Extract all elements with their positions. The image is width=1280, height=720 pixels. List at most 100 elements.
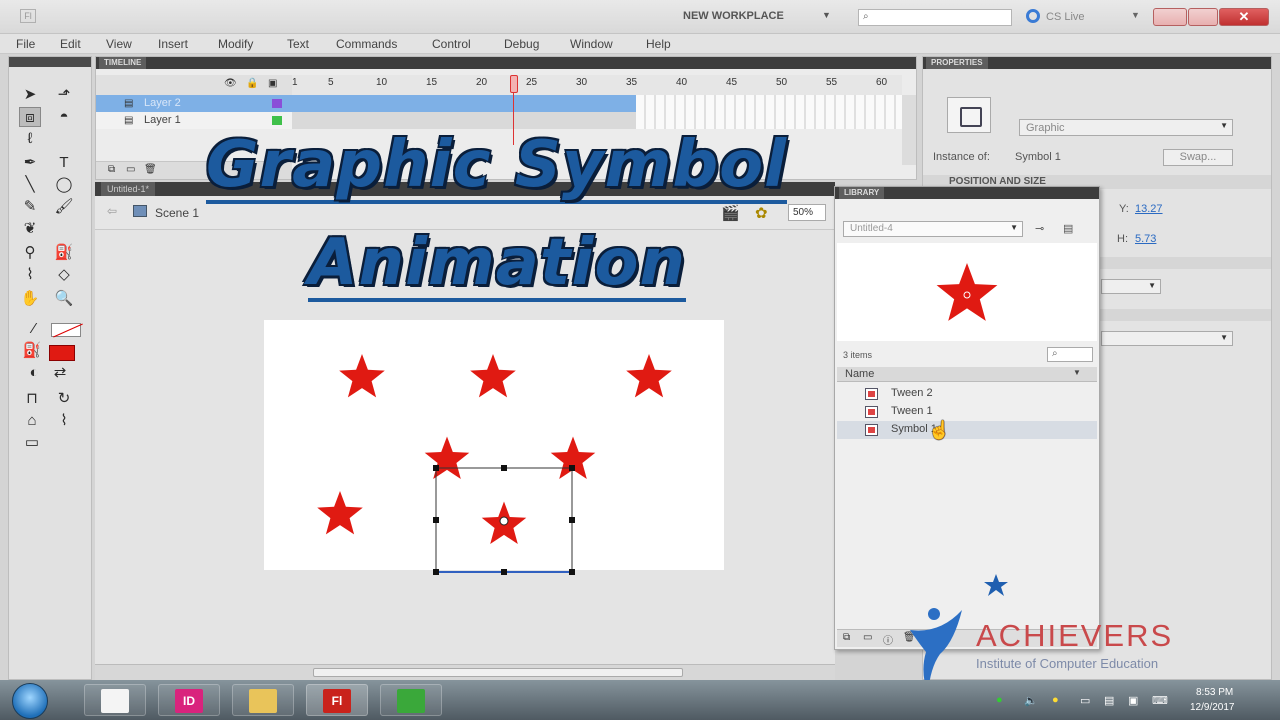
new-folder-icon[interactable]: ▭ [126, 164, 135, 175]
taskbar-app-explorer[interactable] [232, 684, 294, 716]
library-document-dropdown[interactable]: Untitled-4 ▼ [843, 221, 1023, 237]
scrollbar-thumb[interactable] [313, 668, 683, 677]
layer-row[interactable]: ▤ Layer 2 [96, 95, 292, 112]
stroke-color-swatch[interactable] [51, 323, 81, 337]
line-icon[interactable]: ╲ [19, 175, 41, 195]
fill-color-swatch[interactable] [49, 345, 75, 361]
minimize-button[interactable] [1153, 8, 1187, 26]
menu-debug[interactable]: Debug [504, 37, 539, 51]
empty-frames[interactable] [636, 95, 902, 129]
clock-date[interactable]: 12/9/2017 [1190, 702, 1235, 713]
menu-commands[interactable]: Commands [336, 37, 397, 51]
list-item-selected[interactable]: Symbol 1 [837, 421, 1097, 439]
selection-box[interactable] [430, 462, 580, 578]
menu-edit[interactable]: Edit [60, 37, 81, 51]
object-drawing-icon[interactable]: ▭ [21, 433, 43, 453]
tray-icon[interactable]: ▤ [1104, 694, 1114, 707]
menu-text[interactable]: Text [287, 37, 309, 51]
transform-handle[interactable] [501, 569, 507, 575]
tab-library[interactable]: LIBRARY [839, 187, 885, 199]
chevron-down-icon[interactable]: ▼ [1131, 10, 1140, 20]
menu-insert[interactable]: Insert [158, 37, 188, 51]
zoom-level[interactable]: 50% [788, 204, 826, 221]
panel-header[interactable] [9, 57, 91, 67]
new-symbol-icon[interactable]: ⧉ [843, 632, 850, 643]
taskbar-app-indesign[interactable]: ID [158, 684, 220, 716]
new-library-icon[interactable]: ▤ [1063, 222, 1073, 235]
pencil-icon[interactable]: ✎ [19, 197, 41, 217]
cs-live-icon[interactable] [1026, 9, 1040, 23]
tray-icon[interactable]: ▭ [1080, 694, 1090, 707]
stage-scrollbar[interactable] [95, 664, 835, 680]
panel-header[interactable]: PROPERTIES [923, 57, 1271, 69]
tray-icon[interactable]: ▣ [1128, 694, 1138, 707]
tray-icon[interactable]: ⌨ [1152, 694, 1168, 707]
zoom-icon[interactable]: 🔍 [53, 289, 75, 309]
sort-icon[interactable]: ▼ [1073, 368, 1081, 377]
y-value[interactable]: 13.27 [1135, 203, 1163, 215]
eye-icon[interactable]: 👁 [224, 78, 237, 89]
taskbar-app-browser[interactable] [380, 684, 442, 716]
timeline-scrollbar[interactable] [902, 95, 916, 165]
lasso-icon[interactable]: ℓ [19, 129, 41, 149]
list-item[interactable]: Tween 1 [837, 403, 1097, 421]
layer-frames[interactable] [292, 95, 636, 112]
snap-magnet-icon[interactable]: ⊓ [21, 389, 43, 409]
option-icon[interactable]: ⌇ [53, 411, 75, 431]
paint-bucket-icon[interactable]: ⛽ [53, 243, 75, 263]
layer-row[interactable]: ▤ Layer 1 [96, 112, 292, 129]
layer-color-box[interactable] [272, 116, 282, 125]
menu-view[interactable]: View [106, 37, 132, 51]
menu-file[interactable]: File [16, 37, 35, 51]
fill-color-icon[interactable]: ⛽ [21, 341, 43, 361]
volume-icon[interactable]: 🔈 [1024, 694, 1038, 707]
transform-handle[interactable] [569, 569, 575, 575]
new-layer-icon[interactable]: ⧉ [108, 164, 115, 175]
transform-point[interactable] [499, 516, 509, 526]
start-button[interactable] [12, 683, 48, 719]
eyedropper-icon[interactable]: ⌇ [19, 265, 41, 285]
maximize-button[interactable] [1188, 8, 1218, 26]
subselection-arrow-icon[interactable]: ⬏ [53, 85, 75, 105]
taskbar-app-flash[interactable]: Fl [306, 684, 368, 716]
playhead[interactable] [510, 75, 518, 93]
lock-icon[interactable]: 🔒 [246, 78, 258, 89]
transform-handle[interactable] [433, 569, 439, 575]
swap-button[interactable]: Swap... [1163, 149, 1233, 166]
eraser-icon[interactable]: ◇ [53, 265, 75, 285]
h-value[interactable]: 5.73 [1135, 233, 1156, 245]
menu-modify[interactable]: Modify [218, 37, 253, 51]
library-search-input[interactable]: ⌕ [1047, 347, 1093, 362]
document-tab[interactable]: Untitled-1* [101, 182, 156, 196]
transform-handle[interactable] [501, 465, 507, 471]
panel-header[interactable]: TIMELINE [96, 57, 916, 69]
hand-icon[interactable]: ✋ [19, 289, 41, 309]
layer-color-box[interactable] [272, 99, 282, 108]
menu-control[interactable]: Control [432, 37, 471, 51]
panel-header[interactable]: LIBRARY [835, 187, 1099, 199]
transform-handle[interactable] [569, 465, 575, 471]
security-icon[interactable]: ● [1052, 694, 1059, 706]
network-icon[interactable]: ● [996, 694, 1003, 706]
list-item[interactable]: Tween 2 [837, 385, 1097, 403]
star-shape[interactable] [470, 354, 516, 398]
black-white-icon[interactable]: ◐ [23, 363, 45, 383]
transform-handle[interactable] [569, 517, 575, 523]
search-input[interactable]: ⌕ [858, 9, 1012, 26]
new-folder-icon[interactable]: ▭ [863, 632, 872, 643]
clock-time[interactable]: 8:53 PM [1196, 687, 1233, 698]
oval-icon[interactable]: ◯ [53, 175, 75, 195]
3d-rotation-icon[interactable]: ◓ [53, 107, 75, 127]
transform-handle[interactable] [433, 517, 439, 523]
cs-live-label[interactable]: CS Live [1046, 11, 1085, 23]
star-shape[interactable] [339, 354, 385, 398]
symbol-type-dropdown[interactable]: Graphic ▼ [1019, 119, 1233, 136]
frame-ruler[interactable]: 1 5 10 15 20 25 30 35 40 45 50 55 60 [292, 75, 902, 95]
menu-help[interactable]: Help [646, 37, 671, 51]
deco-icon[interactable]: ❦ [19, 219, 41, 239]
straighten-icon[interactable]: ⌂ [21, 411, 43, 431]
scene-label[interactable]: Scene 1 [155, 206, 199, 220]
pen-icon[interactable]: ✒ [19, 153, 41, 173]
selection-arrow-icon[interactable]: ➤ [19, 85, 41, 105]
bone-icon[interactable]: ⚲ [19, 243, 41, 263]
